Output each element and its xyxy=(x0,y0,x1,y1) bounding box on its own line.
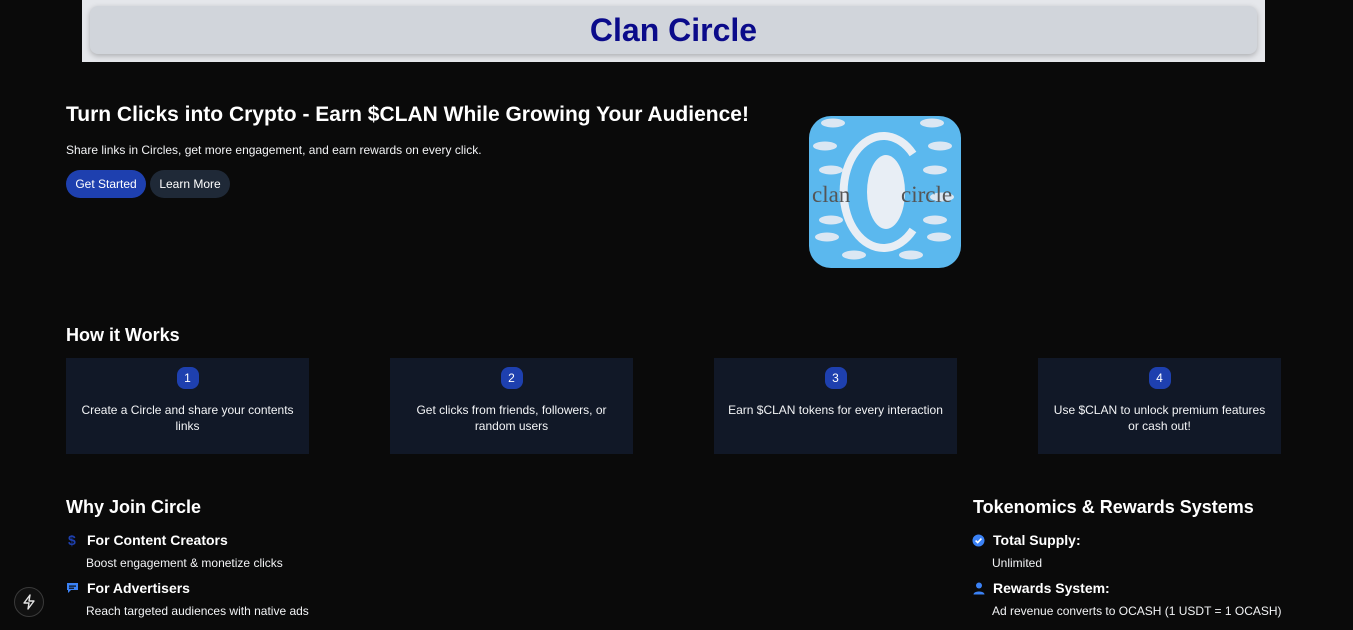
header: Clan Circle xyxy=(82,0,1265,62)
step-card: 4 Use $CLAN to unlock premium features o… xyxy=(1038,358,1281,454)
step-card: 3 Earn $CLAN tokens for every interactio… xyxy=(714,358,957,454)
step-number: 1 xyxy=(176,367,199,389)
svg-text:$: $ xyxy=(68,533,76,547)
feature-advertisers: For Advertisers Reach targeted audiences… xyxy=(66,580,309,618)
chat-icon xyxy=(66,581,79,595)
feature-title: For Advertisers xyxy=(87,580,190,596)
step-text: Get clicks from friends, followers, or r… xyxy=(416,403,607,433)
tokenomics-item-desc: Unlimited xyxy=(992,556,1043,570)
user-icon xyxy=(972,581,985,595)
logo-graphic: clan circle xyxy=(812,118,954,260)
step-text: Create a Circle and share your contents … xyxy=(81,403,294,433)
hero-title: Turn Clicks into Crypto - Earn $CLAN Whi… xyxy=(66,103,749,126)
how-it-works-title: How it Works xyxy=(66,325,180,345)
hero-subtitle: Share links in Circles, get more engagem… xyxy=(66,143,482,157)
logo-text-circle: circle xyxy=(901,182,952,207)
bolt-icon[interactable] xyxy=(14,587,44,617)
tokenomics-item-title: Total Supply: xyxy=(993,532,1081,548)
logo-text-clan: clan xyxy=(812,182,851,207)
step-card: 1 Create a Circle and share your content… xyxy=(66,358,309,454)
step-text: Earn $CLAN tokens for every interaction xyxy=(728,403,943,417)
step-number: 4 xyxy=(1148,367,1171,389)
tokenomics-rewards-system: Rewards System: Ad revenue converts to O… xyxy=(972,580,1282,618)
page: Clan Circle Turn Clicks into Crypto - Ea… xyxy=(0,0,1353,630)
clan-circle-logo: clan circle xyxy=(809,116,961,268)
tokenomics-title: Tokenomics & Rewards Systems xyxy=(973,497,1254,517)
check-circle-icon xyxy=(972,533,985,547)
dollar-icon: $ xyxy=(66,533,79,547)
feature-desc: Boost engagement & monetize clicks xyxy=(86,556,283,570)
site-title[interactable]: Clan Circle xyxy=(590,12,757,49)
feature-title: For Content Creators xyxy=(87,532,228,548)
tokenomics-total-supply: Total Supply: Unlimited xyxy=(972,532,1081,570)
feature-content-creators: $ For Content Creators Boost engagement … xyxy=(66,532,283,570)
step-number: 2 xyxy=(500,367,523,389)
why-join-title: Why Join Circle xyxy=(66,497,202,517)
learn-more-button[interactable]: Learn More xyxy=(150,170,230,198)
step-card: 2 Get clicks from friends, followers, or… xyxy=(390,358,633,454)
step-text: Use $CLAN to unlock premium features or … xyxy=(1053,403,1266,433)
get-started-button[interactable]: Get Started xyxy=(66,170,146,198)
header-card: Clan Circle xyxy=(90,6,1257,54)
tokenomics-item-title: Rewards System: xyxy=(993,580,1110,596)
step-number: 3 xyxy=(824,367,847,389)
feature-desc: Reach targeted audiences with native ads xyxy=(86,604,309,618)
tokenomics-item-desc: Ad revenue converts to OCASH (1 USDT = 1… xyxy=(992,604,1282,618)
